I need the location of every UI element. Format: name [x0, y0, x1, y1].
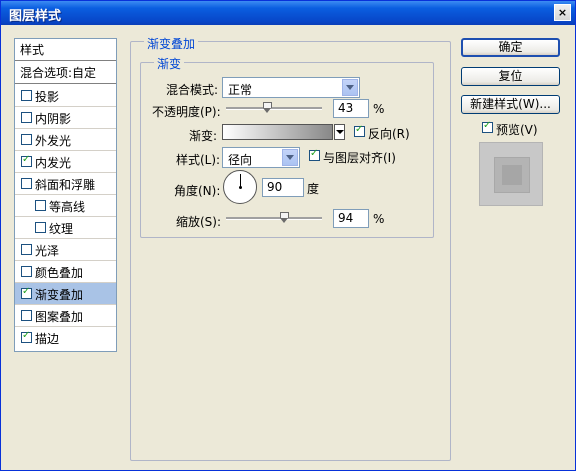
gradient-picker-bar[interactable]	[222, 124, 333, 140]
inner-glow-checkbox[interactable]	[21, 154, 32, 167]
style-item-label: 内发光	[35, 156, 72, 170]
style-item-label: 内阴影	[35, 112, 72, 126]
angle-label: 角度(N):	[174, 184, 221, 198]
close-icon: ×	[557, 6, 568, 19]
style-item-label: 纹理	[49, 222, 74, 236]
style-item-color-overlay[interactable]: 颜色叠加	[15, 261, 116, 283]
angle-dial-center	[239, 186, 242, 189]
gradient-style-value: 径向	[228, 153, 253, 167]
ok-button[interactable]: 确定	[461, 38, 560, 57]
blend-options-item[interactable]: 混合选项:自定	[15, 62, 116, 84]
angle-dial[interactable]	[223, 170, 257, 204]
style-item-stroke[interactable]: 描边	[15, 327, 116, 349]
preview-checkbox[interactable]	[482, 120, 493, 133]
pattern-overlay-checkbox[interactable]	[21, 310, 32, 321]
style-item-label: 颜色叠加	[35, 266, 84, 280]
opacity-label: 不透明度(P):	[152, 105, 221, 119]
scale-percent-unit: %	[373, 212, 385, 226]
satin-checkbox[interactable]	[21, 244, 32, 255]
style-item-outer-glow[interactable]: 外发光	[15, 129, 116, 151]
scale-input[interactable]: 94	[333, 209, 369, 228]
opacity-slider-thumb[interactable]	[262, 102, 272, 113]
outer-glow-checkbox[interactable]	[21, 134, 32, 145]
style-item-pattern-overlay[interactable]: 图案叠加	[15, 305, 116, 327]
angle-unit: 度	[307, 182, 320, 196]
blend-mode-value: 正常	[228, 83, 253, 97]
title-bar[interactable]: 图层样式 ×	[1, 1, 575, 25]
style-item-satin[interactable]: 光泽	[15, 239, 116, 261]
style-item-bevel-emboss[interactable]: 斜面和浮雕	[15, 173, 116, 195]
align-with-layer-checkbox[interactable]	[309, 148, 320, 161]
style-item-label: 外发光	[35, 134, 72, 148]
align-with-layer-label: 与图层对齐(I)	[323, 151, 396, 165]
style-item-gradient-overlay[interactable]: 渐变叠加	[15, 283, 116, 305]
stroke-checkbox[interactable]	[21, 330, 32, 343]
style-item-drop-shadow[interactable]: 投影	[15, 85, 116, 107]
scale-label: 缩放(S):	[176, 215, 222, 229]
preview-label: 预览(V)	[496, 123, 538, 137]
inner-shadow-checkbox[interactable]	[21, 112, 32, 123]
gradient-dropdown-arrow-icon[interactable]	[334, 124, 345, 140]
style-item-label: 渐变叠加	[35, 288, 84, 302]
chevron-down-icon[interactable]	[342, 79, 358, 96]
contour-checkbox[interactable]	[35, 200, 46, 211]
bevel-emboss-checkbox[interactable]	[21, 178, 32, 189]
style-item-inner-glow[interactable]: 内发光	[15, 151, 116, 173]
style-item-contour[interactable]: 等高线	[15, 195, 116, 217]
drop-shadow-checkbox[interactable]	[21, 90, 32, 101]
style-item-label: 投影	[35, 90, 60, 104]
window-title: 图层样式	[9, 9, 62, 24]
scale-slider-thumb[interactable]	[279, 212, 289, 223]
styles-header[interactable]: 样式	[15, 39, 116, 61]
opacity-percent-unit: %	[373, 102, 385, 116]
style-preview-thumbnail	[479, 142, 543, 206]
blend-mode-select[interactable]: 正常	[222, 77, 360, 98]
preview-outer-square	[494, 157, 530, 193]
reset-button[interactable]: 复位	[461, 67, 560, 86]
style-item-label: 描边	[35, 332, 60, 346]
gradient-overlay-checkbox[interactable]	[21, 286, 32, 299]
opacity-slider-track[interactable]	[226, 107, 322, 110]
style-item-label: 光泽	[35, 244, 60, 258]
angle-input[interactable]: 90	[262, 178, 304, 197]
style-item-label: 等高线	[49, 200, 86, 214]
style-item-texture[interactable]: 纹理	[15, 217, 116, 239]
style-item-label: 图案叠加	[35, 310, 84, 324]
scale-slider-track[interactable]	[226, 217, 322, 220]
texture-checkbox[interactable]	[35, 222, 46, 233]
reverse-label: 反向(R)	[368, 127, 410, 141]
style-item-inner-shadow[interactable]: 内阴影	[15, 107, 116, 129]
chevron-down-icon[interactable]	[282, 149, 298, 166]
gradient-style-select[interactable]: 径向	[222, 147, 300, 168]
opacity-input[interactable]: 43	[333, 99, 369, 118]
blend-mode-label: 混合模式:	[166, 83, 219, 97]
gradient-label: 渐变:	[189, 129, 218, 143]
styles-list: 样式 混合选项:自定 投影 内阴影 外发光 内发光 斜面和浮雕	[14, 38, 117, 352]
style-item-label: 斜面和浮雕	[35, 178, 96, 192]
gradient-overlay-title: 渐变叠加	[144, 35, 199, 52]
gradient-group-title: 渐变	[154, 55, 185, 72]
preview-inner-square	[502, 165, 522, 185]
style-label: 样式(L):	[176, 153, 221, 167]
color-overlay-checkbox[interactable]	[21, 266, 32, 277]
reverse-checkbox[interactable]	[354, 124, 365, 137]
close-button[interactable]: ×	[554, 4, 571, 21]
layer-style-dialog: 图层样式 × 样式 混合选项:自定 投影 内阴影 外发光 内发光	[0, 0, 576, 471]
new-style-button[interactable]: 新建样式(W)...	[461, 95, 560, 114]
